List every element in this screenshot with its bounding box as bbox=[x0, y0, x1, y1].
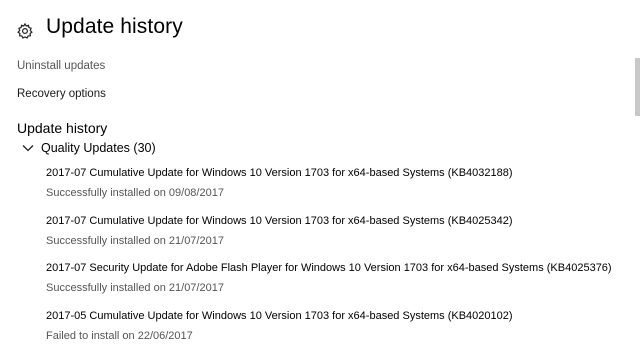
list-item: 2017-07 Security Update for Adobe Flash … bbox=[46, 261, 631, 309]
update-title-link[interactable]: 2017-05 Cumulative Update for Windows 10… bbox=[46, 309, 631, 323]
scrollbar[interactable] bbox=[635, 58, 640, 116]
update-status: Successfully installed on 21/07/2017 bbox=[46, 281, 631, 295]
list-item: 2017-05 Cumulative Update for Windows 10… bbox=[46, 309, 631, 356]
quality-updates-group[interactable]: Quality Updates (30) bbox=[22, 141, 156, 155]
section-title: Update history bbox=[17, 120, 107, 136]
chevron-down-icon bbox=[22, 142, 34, 154]
header bbox=[16, 16, 34, 46]
update-status: Successfully installed on 21/07/2017 bbox=[46, 234, 631, 248]
update-title-link[interactable]: 2017-07 Security Update for Adobe Flash … bbox=[46, 261, 631, 275]
update-status: Failed to install on 22/06/2017 bbox=[46, 329, 631, 343]
page-title: Update history bbox=[46, 15, 183, 39]
update-title-link[interactable]: 2017-07 Cumulative Update for Windows 10… bbox=[46, 166, 631, 180]
list-item: 2017-07 Cumulative Update for Windows 10… bbox=[46, 166, 631, 214]
recovery-options-link[interactable]: Recovery options bbox=[17, 88, 106, 100]
group-label: Quality Updates (30) bbox=[41, 141, 156, 155]
update-status: Successfully installed on 09/08/2017 bbox=[46, 186, 631, 200]
update-title-link[interactable]: 2017-07 Cumulative Update for Windows 10… bbox=[46, 214, 631, 228]
uninstall-updates-link[interactable]: Uninstall updates bbox=[17, 60, 105, 72]
gear-icon bbox=[16, 22, 34, 40]
update-list: 2017-07 Cumulative Update for Windows 10… bbox=[46, 166, 631, 356]
list-item: 2017-07 Cumulative Update for Windows 10… bbox=[46, 214, 631, 262]
